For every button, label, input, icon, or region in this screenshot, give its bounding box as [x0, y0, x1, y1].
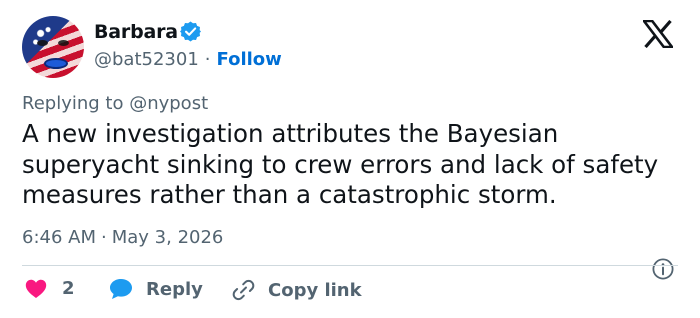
avatar-eye-left	[37, 40, 48, 46]
tweet-time[interactable]: 6:46 AM	[22, 227, 96, 248]
heart-icon	[25, 279, 47, 298]
copy-link-label: Copy link	[268, 279, 362, 301]
reply-button[interactable]: Reply	[109, 278, 203, 300]
reply-label: Reply	[146, 278, 203, 300]
link-icon	[232, 279, 255, 301]
avatar-mouth	[44, 58, 68, 69]
divider	[22, 265, 678, 266]
avatar-eye-right	[58, 40, 69, 46]
handle-row: @bat52301 · Follow	[94, 49, 282, 70]
like-count: 2	[62, 278, 75, 299]
like-button[interactable]: 2	[25, 278, 75, 299]
copy-link-button[interactable]: Copy link	[230, 278, 362, 302]
speech-bubble-icon	[110, 279, 132, 299]
replying-to: Replying to @nypost	[22, 93, 209, 114]
timestamp: 6:46 AM · May 3, 2026	[22, 227, 223, 248]
follow-button[interactable]: Follow	[217, 49, 282, 70]
author-name[interactable]: Barbara	[94, 21, 178, 43]
info-icon[interactable]	[652, 258, 674, 280]
avatar[interactable]	[22, 16, 84, 78]
tweet-date[interactable]: May 3, 2026	[112, 227, 224, 248]
verified-badge-icon	[180, 21, 201, 42]
handle-separator: ·	[204, 49, 211, 70]
x-logo-icon[interactable]	[643, 20, 673, 48]
tweet-text: A new investigation attributes the Bayes…	[22, 119, 659, 209]
timestamp-separator: ·	[101, 227, 107, 248]
author-handle[interactable]: @bat52301	[94, 49, 199, 70]
